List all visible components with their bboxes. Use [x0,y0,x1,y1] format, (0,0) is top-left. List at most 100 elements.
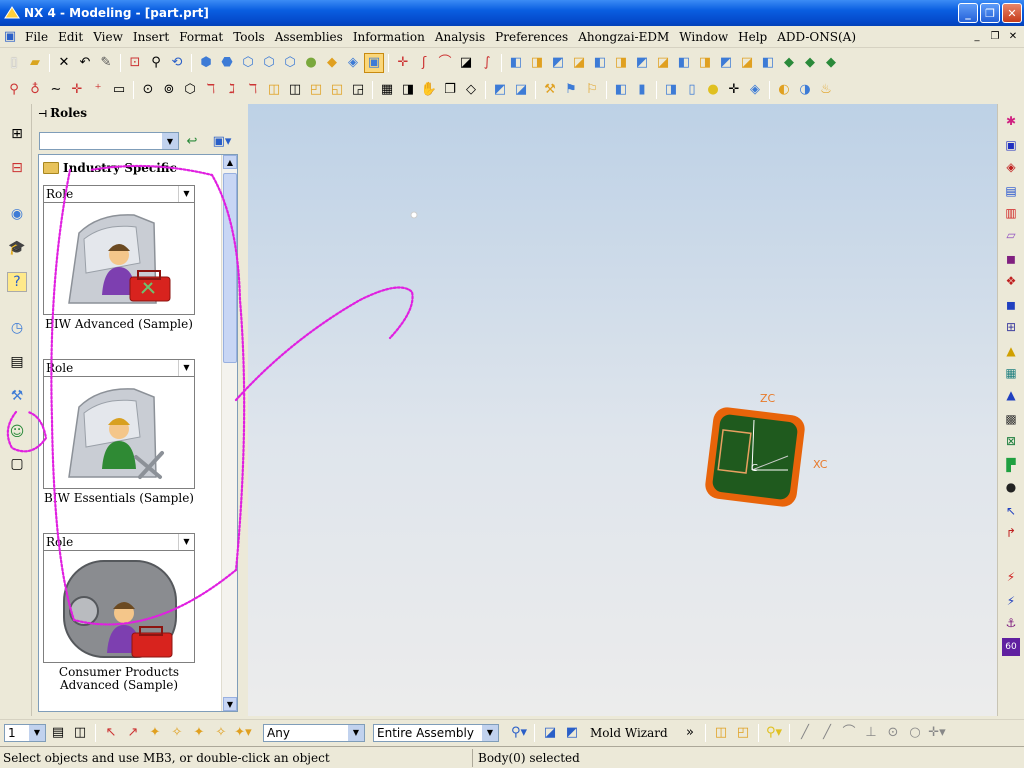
feature-13-icon[interactable]: ◧ [758,53,778,73]
mold-tool-19-icon[interactable]: ↱ [1002,524,1020,542]
snap-3-icon[interactable]: ✦ [145,723,165,743]
table-icon[interactable]: ▦ [377,80,397,100]
rect-icon[interactable]: ▭ [109,80,129,100]
mold-tool-1-icon[interactable]: ✱ [1002,112,1020,130]
snap-7-icon[interactable]: ✦▾ [233,723,253,743]
render-style-icon[interactable]: ▣ [364,52,384,73]
assembly-3-icon[interactable]: ⚐ [582,80,602,100]
feature-1-icon[interactable]: ◧ [506,53,526,73]
feature-7-icon[interactable]: ◩ [632,53,652,73]
web-browser-icon[interactable]: ◉ [7,204,27,224]
history-icon[interactable]: ◷ [7,318,27,338]
mold-tool-6-icon[interactable]: ▱ [1002,226,1020,244]
measure-icon[interactable]: ⚲ [4,80,24,100]
cylinder-icon[interactable]: ⊚ [159,80,179,100]
view-right-icon[interactable]: ⬡ [259,53,279,73]
view-left-icon[interactable]: ⬡ [280,53,300,73]
mold-tool-14-icon[interactable]: ▩ [1002,410,1020,428]
shaded-icon[interactable]: ● [301,53,321,73]
mold-tool-5-icon[interactable]: ▥ [1002,204,1020,222]
part-model[interactable] [704,406,807,509]
mold-tool-10-icon[interactable]: ⊞ [1002,318,1020,336]
role-select[interactable]: Role ▼ [43,359,195,377]
feature-8-icon[interactable]: ◪ [653,53,673,73]
edit-3-icon[interactable]: ◰ [306,80,326,100]
feature-2-icon[interactable]: ◨ [527,53,547,73]
group-header[interactable]: Industry Specific [43,159,215,177]
feature-16-icon[interactable]: ◆ [821,53,841,73]
menu-tools[interactable]: Tools [228,30,270,44]
circle-snap-icon[interactable]: ⊙ [883,723,903,743]
assembly-2-icon[interactable]: ⚑ [561,80,581,100]
menu-insert[interactable]: Insert [128,30,174,44]
mold-tool-12-icon[interactable]: ▦ [1002,364,1020,382]
mold-tool-11-icon[interactable]: ▲ [1002,342,1020,360]
mold-tool-13-icon[interactable]: ▲ [1002,386,1020,404]
points-icon[interactable]: ⁺ [88,80,108,100]
view-iso-icon[interactable]: ⬢ [196,53,216,73]
view-mode-icon[interactable]: ▣▾ [208,131,236,151]
role-image[interactable] [43,377,195,489]
spline-icon[interactable]: ∫ [477,53,497,73]
edit-1-icon[interactable]: ◫ [264,80,284,100]
body-5-icon[interactable]: ● [703,80,723,100]
menu-file[interactable]: File [20,30,53,44]
line-2-icon[interactable]: ╱ [817,723,837,743]
close-button[interactable]: ✕ [1002,3,1022,23]
view-top-icon[interactable]: ⬡ [238,53,258,73]
axis-icon[interactable]: ✛ [67,80,87,100]
app-2-icon[interactable]: ◰ [733,723,753,743]
chevron-down-icon[interactable]: ▼ [162,133,178,149]
fit-icon[interactable]: ⊡ [125,53,145,73]
menu-assemblies[interactable]: Assemblies [270,30,348,44]
feature-3-icon[interactable]: ◩ [548,53,568,73]
snap-1-icon[interactable]: ↖ [101,723,121,743]
mold-tool-20-icon[interactable]: ⚡ [1002,568,1020,586]
mold-wizard-1-icon[interactable]: ◪ [540,723,560,743]
render-1-icon[interactable]: ◐ [774,80,794,100]
layer-settings-icon[interactable]: ▤ [48,723,68,743]
system-materials-icon[interactable]: ▤ [7,352,27,372]
zoom-icon[interactable]: ⚲ [146,53,166,73]
mold-tool-8-icon[interactable]: ❖ [1002,272,1020,290]
training-icon[interactable]: 🎓 [7,238,27,258]
curve-icon[interactable]: ʃ [414,53,434,73]
menu-edit[interactable]: Edit [53,30,88,44]
back-icon[interactable]: ↩ [182,131,202,151]
app-3-icon[interactable]: ⚲▾ [764,723,784,743]
lasso-icon[interactable]: ♁ [25,80,45,100]
mold-tool-3-icon[interactable]: ◈ [1002,158,1020,176]
snap-5-icon[interactable]: ✦ [189,723,209,743]
mold-tool-22-icon[interactable]: ⚓ [1002,614,1020,632]
mold-tool-17-icon[interactable]: ● [1002,478,1020,496]
role-select[interactable]: Role ▼ [43,185,195,203]
menu-format[interactable]: Format [174,30,228,44]
chevron-down-icon[interactable]: ▼ [348,724,364,741]
selection-mode-icon[interactable]: ⚲▾ [509,723,529,743]
edit-5-icon[interactable]: ◲ [348,80,368,100]
mold-tool-7-icon[interactable]: ◼ [1002,250,1020,268]
arc-icon[interactable]: ⌒ [435,53,455,73]
roles-icon[interactable]: ☺ [7,422,27,442]
menu-add-ons[interactable]: ADD-ONS(A) [772,30,861,44]
mold-wizard-2-icon[interactable]: ◩ [562,723,582,743]
studio-icon[interactable]: ◆ [322,53,342,73]
hand-icon[interactable]: ✋ [419,80,439,100]
wave-icon[interactable]: ∼ [46,80,66,100]
body-7-icon[interactable]: ◈ [745,80,765,100]
overflow-chevron-icon[interactable]: » [680,723,700,743]
mold-tool-18-icon[interactable]: ↖ [1002,502,1020,520]
open-icon[interactable]: ▰ [25,53,45,73]
snap-4-icon[interactable]: ✧ [167,723,187,743]
document-icon[interactable]: ▣ [0,27,20,47]
body-6-icon[interactable]: ✛ [724,80,744,100]
new-icon[interactable]: ▯ [4,53,24,73]
doc-minimize-icon[interactable]: _ [970,29,984,43]
scroll-down-icon[interactable]: ▼ [223,697,237,711]
menu-help[interactable]: Help [733,30,772,44]
role-card[interactable]: Role ▼ BIW Advanced (Sample) [43,185,195,331]
roles-scrollbar[interactable]: ▲ ▼ [221,155,237,711]
role-card[interactable]: Role ▼ BIW Essentials (Sample) [43,359,195,505]
mold-tool-21-icon[interactable]: ⚡ [1002,592,1020,610]
mold-wizard-label[interactable]: Mold Wizard [590,726,678,740]
